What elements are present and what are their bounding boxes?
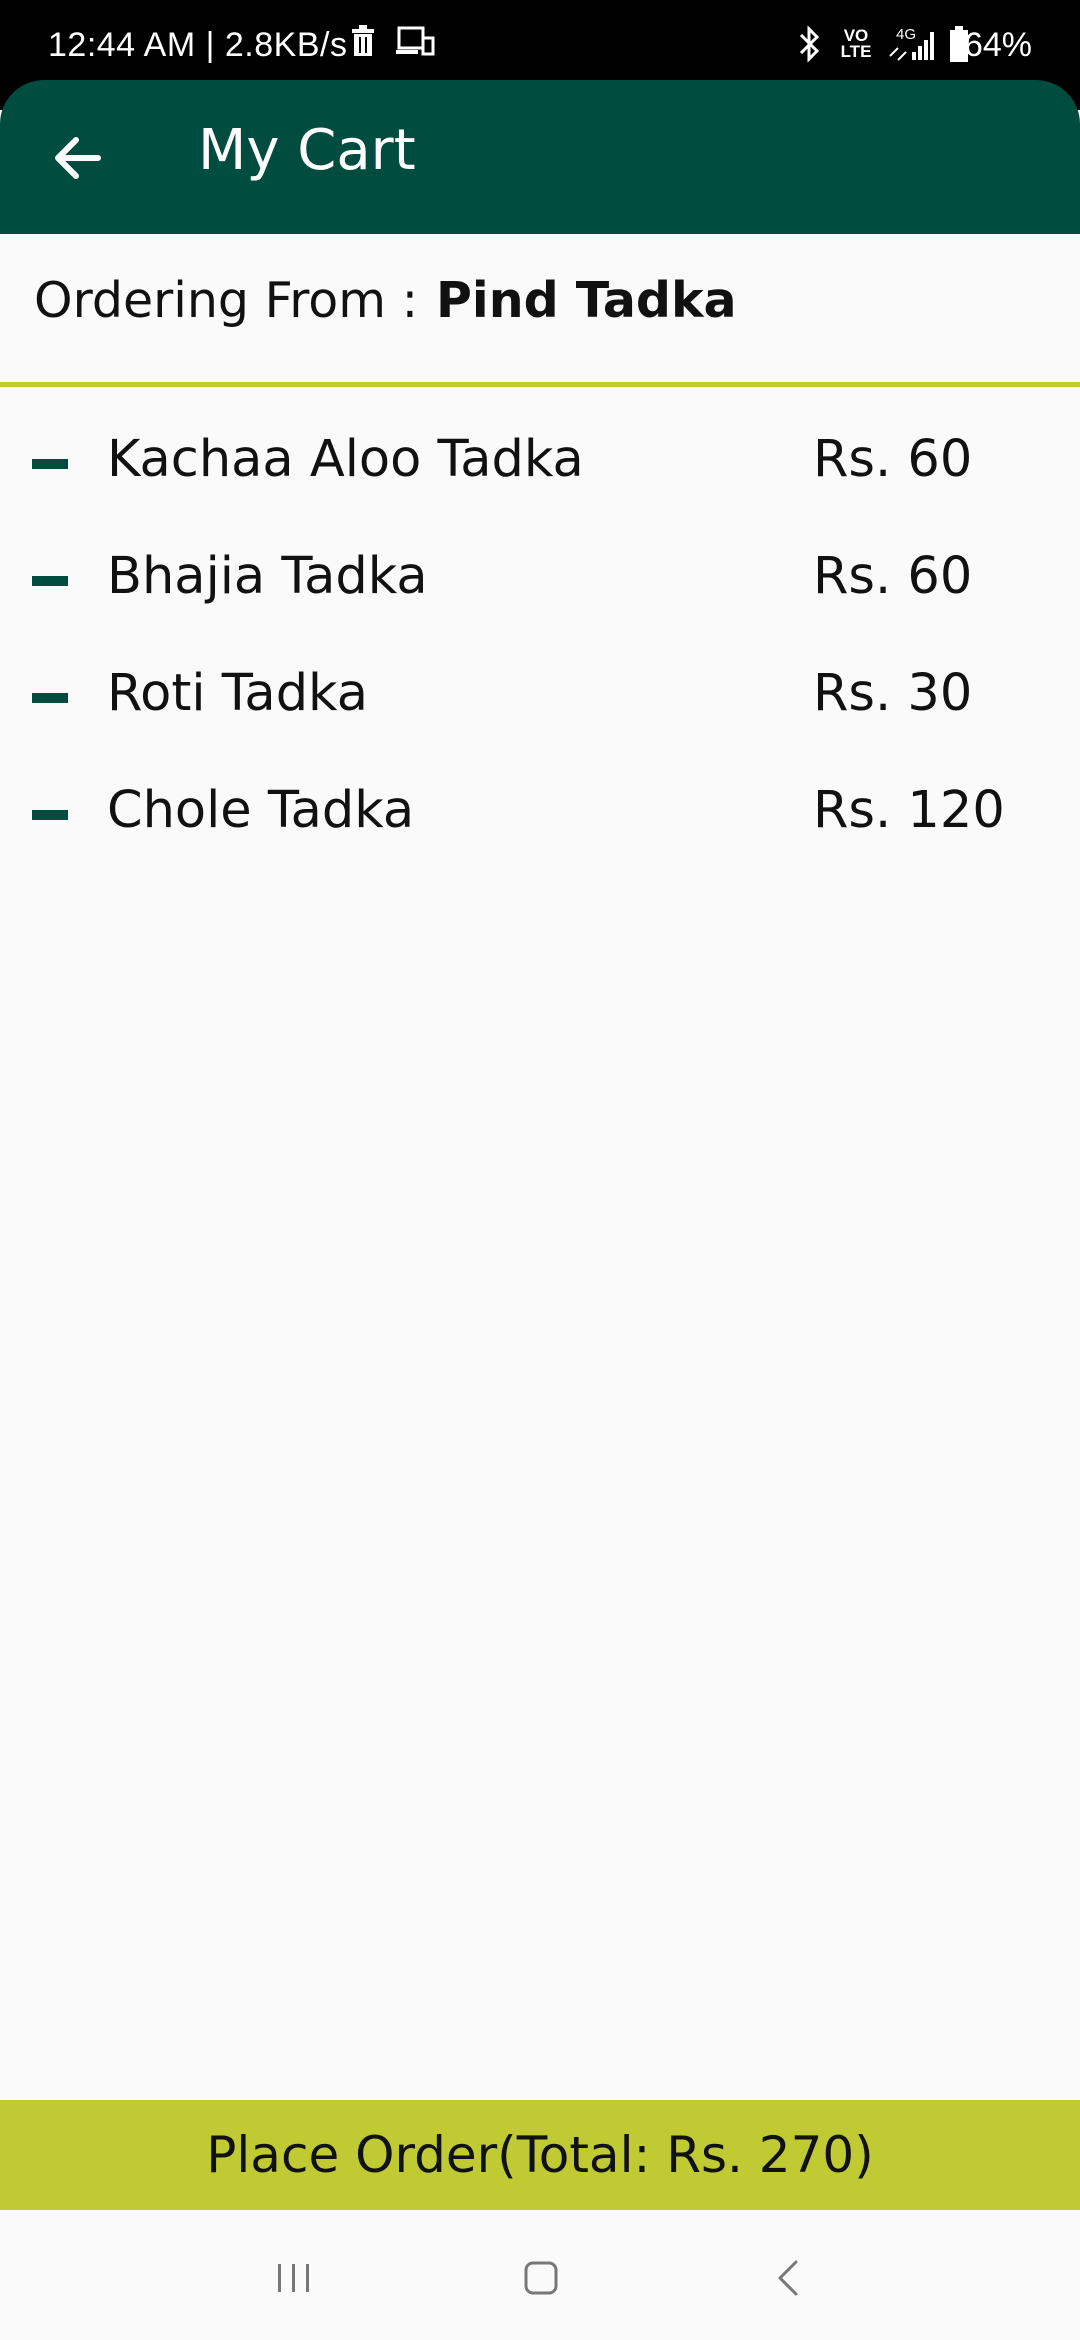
- restaurant-name: Pind Tadka: [436, 272, 737, 329]
- item-name: Chole Tadka: [107, 781, 415, 840]
- remove-item-icon[interactable]: [32, 459, 68, 469]
- home-icon[interactable]: [511, 2248, 571, 2308]
- item-name: Kachaa Aloo Tadka: [107, 430, 584, 489]
- battery-percent: 64%: [963, 26, 1032, 64]
- item-name: Roti Tadka: [107, 664, 368, 723]
- volte-indicator: VO LTE: [840, 26, 872, 61]
- ordering-from-label: Ordering From :: [34, 272, 419, 329]
- remove-item-icon[interactable]: [32, 810, 68, 820]
- item-price: Rs. 60: [813, 547, 973, 606]
- back-button[interactable]: [46, 126, 110, 190]
- system-nav-bar: [0, 2210, 1080, 2340]
- place-order-button[interactable]: Place Order(Total: Rs. 270): [0, 2100, 1080, 2210]
- app-bar: My Cart: [0, 80, 1080, 234]
- signal-icon: [889, 32, 934, 61]
- item-price: Rs. 60: [813, 430, 973, 489]
- item-name: Bhajia Tadka: [107, 547, 428, 606]
- bluetooth-icon: [799, 25, 820, 63]
- remove-item-icon[interactable]: [32, 693, 68, 703]
- remove-item-icon[interactable]: [32, 576, 68, 586]
- cart-list: Kachaa Aloo Tadka Rs. 60 Bhajia Tadka Rs…: [0, 388, 1080, 856]
- recent-apps-icon[interactable]: [264, 2248, 324, 2308]
- item-price: Rs. 30: [813, 664, 973, 723]
- trash-icon: [352, 25, 374, 56]
- cart-item: Bhajia Tadka Rs. 60: [0, 505, 1080, 622]
- cart-item: Kachaa Aloo Tadka Rs. 60: [0, 388, 1080, 505]
- arrow-left-icon: [55, 137, 101, 179]
- cart-item: Chole Tadka Rs. 120: [0, 739, 1080, 856]
- page-title: My Cart: [198, 118, 416, 183]
- cart-item: Roti Tadka Rs. 30: [0, 622, 1080, 739]
- cast-device-icon: [396, 26, 435, 56]
- ordering-from-section: Ordering From : Pind Tadka: [0, 234, 1080, 387]
- status-time: 12:44 AM | 2.8KB/s: [48, 26, 348, 64]
- item-price: Rs. 120: [813, 781, 1005, 840]
- back-nav-icon[interactable]: [758, 2248, 818, 2308]
